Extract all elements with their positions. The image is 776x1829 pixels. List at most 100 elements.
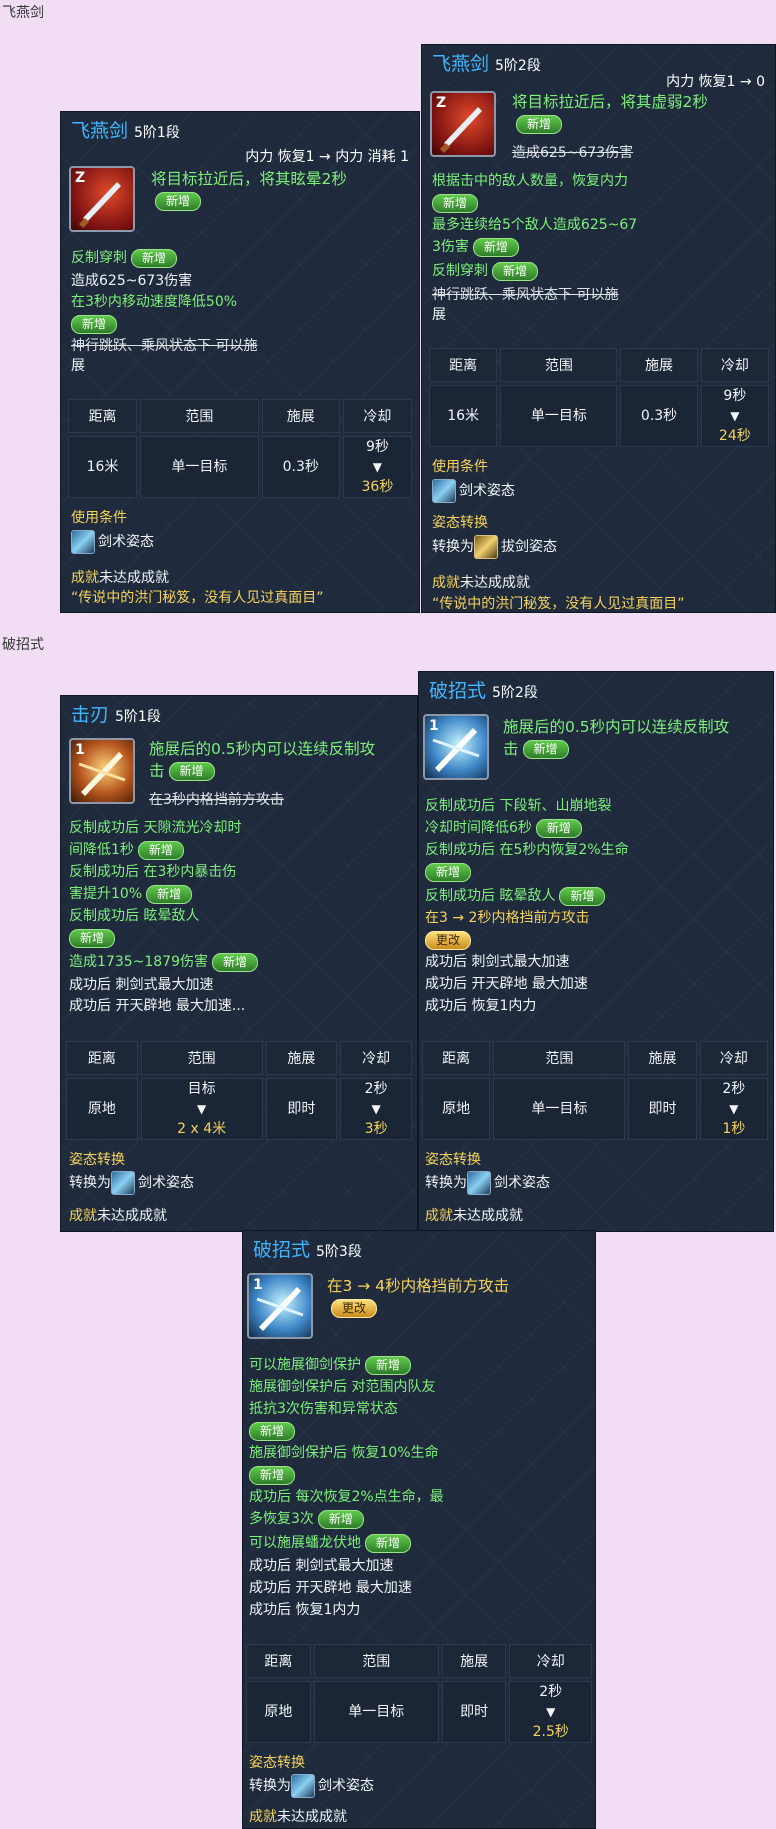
new-badge: 新增: [71, 314, 118, 334]
new-badge: 新增: [472, 237, 519, 257]
hotkey-label: 1: [253, 1277, 263, 1293]
stat-header: 范围: [140, 1041, 263, 1075]
convert-to-label: 转换为: [425, 1175, 467, 1191]
flying-sword-icon[interactable]: Z: [430, 91, 496, 157]
convert-stance: 剑术姿态: [138, 1175, 194, 1191]
counter-sword-icon[interactable]: 1: [423, 714, 489, 780]
effect-line: 成功后 开天辟地 最大加速: [425, 976, 588, 992]
effect-line: 展: [432, 307, 446, 323]
stat-distance: 原地: [422, 1078, 491, 1140]
effect-line: 最多连续给5个敌人造成625~67: [432, 217, 638, 233]
stats-table: 距离 范围 施展 冷却 16米 单一目标 0.3秒 9秒 ▼ 36秒: [65, 396, 415, 501]
achievement-label: 成就: [425, 1208, 453, 1224]
convert-to-label: 转换为: [69, 1175, 111, 1191]
arrow-down-icon: ▼: [197, 1102, 207, 1116]
new-badge: 新增: [146, 884, 193, 904]
hotkey-label: 1: [429, 718, 439, 734]
stance-icon: [291, 1774, 315, 1798]
card-header: 飞燕剑 5阶1段: [71, 116, 180, 143]
effect-line: 冷却时间降低6秒: [425, 820, 532, 836]
achievement-status: 未达成成就: [277, 1809, 347, 1825]
section-title-counter-style: 破招式: [2, 637, 44, 653]
stat-header: 施展: [628, 1041, 697, 1075]
stat-header: 距离: [429, 348, 498, 382]
stance-icon: [111, 1171, 135, 1195]
arrow-down-icon: ▼: [729, 1102, 739, 1116]
achievement-status: 未达成成就: [453, 1208, 523, 1224]
skill-card-counter-style-2: 破招式 5阶2段 1 施展后的0.5秒内可以连续反制攻 击新增 反制成功后 下段斩…: [418, 671, 774, 1232]
stat-header: 冷却: [699, 1041, 768, 1075]
skill-name: 破招式: [253, 1239, 311, 1261]
effect-line-changed: 在3 → 2秒内格挡前方攻击: [425, 910, 590, 926]
effect-line: 成功后 刺剑式最大加速: [249, 1558, 394, 1574]
arrow-down-icon: ▼: [371, 1102, 381, 1116]
stance-icon: [474, 535, 498, 559]
arrow-down-icon: ▼: [546, 1705, 556, 1719]
change-badge: 更改: [425, 930, 472, 950]
stat-range: 单一目标: [140, 436, 259, 498]
cooldown-old: 2秒: [364, 1081, 388, 1097]
convert-stance: 拔剑姿态: [501, 539, 557, 555]
stat-header: 距离: [68, 399, 138, 433]
convert-to-label: 转换为: [432, 539, 474, 555]
main-effect-cont: 击: [503, 740, 519, 758]
effect-line-struck: 神行跳跃、乘风状态下 可以施: [71, 338, 258, 354]
range-new: 2 x 4米: [177, 1121, 227, 1137]
cooldown-new: 3秒: [364, 1121, 388, 1137]
skill-card-strike-blade: 击刃 5阶1段 1 施展后的0.5秒内可以连续反制攻 击新增 在3秒内格挡前方攻击…: [60, 695, 418, 1232]
stat-header: 冷却: [340, 1041, 412, 1075]
achievement-status: 未达成成就: [99, 570, 169, 586]
stance-icon: [432, 479, 456, 503]
cooldown-new: 36秒: [361, 479, 394, 495]
flying-sword-icon[interactable]: Z: [69, 166, 135, 232]
stance-name: 剑术姿态: [98, 534, 154, 550]
stat-cooldown: 2秒 ▼ 3秒: [340, 1078, 412, 1140]
counter-sword-icon[interactable]: 1: [247, 1273, 313, 1339]
effect-line: 施展御剑保护后 恢复10%生命: [249, 1445, 439, 1461]
effect-line: 成功后 开天辟地 最大加速: [249, 1580, 412, 1596]
effect-line: 成功后 恢复1内力: [425, 998, 537, 1014]
new-badge: 新增: [522, 740, 569, 759]
effect-line: 成功后 恢复1内力: [249, 1602, 361, 1618]
achievement-label: 成就: [71, 570, 99, 586]
effect-line: 反制成功后 眩晕敌人: [69, 908, 200, 924]
achievement-label: 成就: [432, 575, 460, 591]
new-badge: 新增: [535, 818, 582, 838]
stat-distance: 16米: [68, 436, 138, 498]
stat-header: 范围: [493, 1041, 626, 1075]
stat-distance: 原地: [246, 1681, 311, 1743]
condition-label: 使用条件: [71, 510, 127, 526]
cooldown-old: 9秒: [365, 439, 389, 455]
effect-line: 反制穿刺: [432, 263, 488, 279]
effect-line: 反制穿刺: [71, 250, 127, 266]
counter-sword-icon[interactable]: 1: [69, 738, 135, 804]
stat-header: 范围: [140, 399, 259, 433]
stat-header: 冷却: [509, 1644, 592, 1678]
skill-card-counter-style-3: 破招式 5阶3段 1 在3 → 4秒内格挡前方攻击 更改 可以施展御剑保护 新增 施…: [242, 1230, 596, 1829]
section-title-flying-swallow: 飞燕剑: [2, 5, 44, 21]
stat-cast: 即时: [265, 1078, 338, 1140]
stat-cast: 即时: [628, 1078, 697, 1140]
convert-stance: 剑术姿态: [494, 1175, 550, 1191]
stats-table: 距离 范围 施展 冷却 原地 单一目标 即时 2秒 ▼ 1秒: [419, 1038, 771, 1143]
condition-label: 使用条件: [432, 459, 488, 475]
stats-table: 距离 范围 施展 冷却 原地 单一目标 即时 2秒 ▼ 2.5秒: [243, 1641, 595, 1746]
stat-header: 距离: [66, 1041, 138, 1075]
effect-line: 成功后 开天辟地 最大加速...: [69, 998, 246, 1014]
stat-range: 目标 ▼ 2 x 4米: [140, 1078, 263, 1140]
main-effect: 将目标拉近后，将其虚弱2秒: [512, 93, 708, 111]
skill-rank: 5阶3段: [316, 1244, 362, 1260]
stance-change-label: 姿态转换: [69, 1152, 125, 1168]
stat-cooldown: 9秒 ▼ 36秒: [342, 436, 412, 498]
achievement-status: 未达成成就: [97, 1208, 167, 1224]
new-badge: 新增: [155, 192, 202, 211]
stat-distance: 原地: [66, 1078, 138, 1140]
effect-line: 反制成功后 眩晕敌人: [425, 888, 556, 904]
effect-line-struck: 在3秒内格挡前方攻击: [149, 792, 284, 808]
stat-cooldown: 2秒 ▼ 2.5秒: [509, 1681, 592, 1743]
stat-header: 施展: [261, 399, 340, 433]
main-effect: 在3 → 4秒内格挡前方攻击: [327, 1277, 510, 1295]
stat-range: 单一目标: [313, 1681, 439, 1743]
new-badge: 新增: [69, 928, 116, 948]
effect-line: 造成625~673伤害: [71, 273, 193, 289]
